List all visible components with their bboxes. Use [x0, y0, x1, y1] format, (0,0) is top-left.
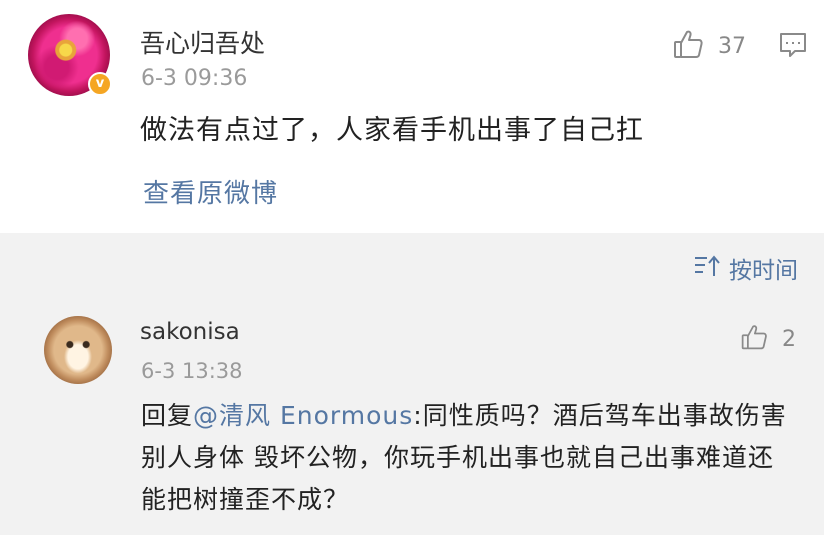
thumbs-up-icon	[672, 28, 704, 64]
reply-comment: sakonisa 6-3 13:38 2 回复@清风 Enormous:同性质吗…	[0, 297, 824, 535]
sort-toggle[interactable]: 按时间	[693, 251, 798, 285]
sort-icon	[693, 253, 721, 283]
mention-link[interactable]: @清风 Enormous	[193, 401, 413, 430]
like-count: 37	[718, 33, 746, 59]
reply-username[interactable]: sakonisa	[140, 319, 240, 345]
comment-text: 做法有点过了，人家看手机出事了自己扛	[140, 115, 644, 146]
comment-username[interactable]: 吾心归吾处	[140, 24, 265, 60]
thumbs-up-icon	[740, 323, 768, 355]
like-button[interactable]: 37	[672, 28, 746, 64]
verified-badge: v	[88, 72, 112, 96]
comment-timestamp: 6-3 09:36	[141, 66, 248, 91]
like-button[interactable]: 2	[740, 323, 796, 355]
reply-prefix: 回复	[141, 401, 194, 430]
like-count: 2	[782, 326, 796, 352]
reply-timestamp: 6-3 13:38	[141, 359, 243, 383]
reply-button[interactable]	[778, 30, 808, 64]
avatar[interactable]	[44, 316, 112, 384]
comment-icon	[778, 33, 808, 64]
sort-label: 按时间	[729, 258, 798, 284]
view-original-link[interactable]: 查看原微博	[143, 173, 278, 210]
reply-text: 回复@清风 Enormous:同性质吗？酒后驾车出事故伤害别人身体 毁坏公物，你…	[141, 395, 791, 521]
main-comment: v 吾心归吾处 6-3 09:36 37 做法有点过了，人家看手机出事了自己扛 …	[0, 0, 824, 233]
sort-bar: 按时间	[0, 233, 824, 297]
